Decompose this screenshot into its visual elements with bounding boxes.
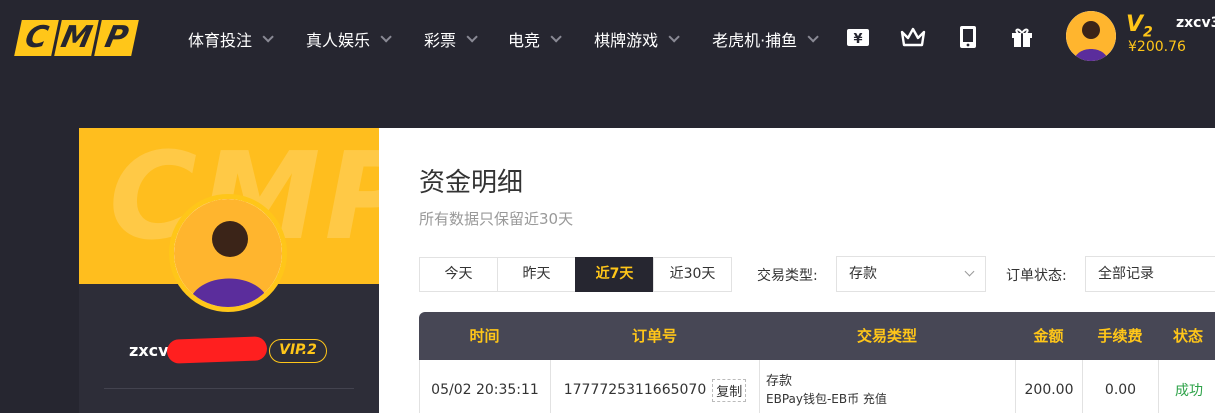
chevron-down-icon [550,31,562,43]
type-main: 存款 [766,374,793,389]
column-header-amount: 金额 [1033,327,1064,345]
column-header-time: 时间 [469,327,500,345]
gift-icon[interactable] [1009,24,1035,50]
chevron-down-icon [964,266,975,277]
status-select-value: 全部记录 [1098,266,1154,282]
vip-number: 2 [1143,24,1153,41]
cell-amount: 200.00 [1016,360,1083,413]
avatar[interactable] [1066,11,1116,61]
logo-letter-c: C [14,20,59,56]
vip-level-badge: V2 [1126,12,1153,40]
svg-text:¥: ¥ [853,32,862,47]
nav-label: 棋牌游戏 [594,31,659,50]
page-subtitle: 所有数据只保留近30天 [419,210,574,228]
nav-label: 老虎机·捕鱼 [712,31,798,50]
crown-icon[interactable] [900,24,926,50]
nav-item-esports[interactable]: 电竞 [508,27,562,51]
status-select[interactable]: 全部记录 [1085,256,1215,292]
profile-username: zxcv [129,341,169,360]
cmp-logo[interactable]: C M P [14,20,139,56]
nav-item-card-games[interactable]: 棋牌游戏 [594,27,680,51]
table-row: 05/02 20:35:11 1777725311665070 复制 存款 EB… [419,360,1215,413]
nav-label: 体育投注 [188,31,253,50]
balance-amount: ¥200.76 [1128,39,1186,55]
chevron-down-icon [466,31,478,43]
order-number: 1777725311665070 [563,382,707,398]
nav-label: 彩票 [424,31,457,50]
page-title: 资金明细 [419,168,524,198]
type-filter-label: 交易类型: [757,268,818,284]
chevron-down-icon [380,31,392,43]
type-select[interactable]: 存款 [836,256,986,292]
logo-letter-m: M [54,20,99,56]
column-header-status: 状态 [1172,327,1203,345]
chevron-down-icon [668,31,680,43]
nav-item-slots-fishing[interactable]: 老虎机·捕鱼 [712,27,819,51]
top-header: C M P 体育投注 真人娱乐 彩票 电竞 棋牌游戏 老虎机·捕鱼 ¥ V2 ¥… [0,0,1215,78]
tab-last-30-days[interactable]: 近30天 [653,257,732,292]
tab-today[interactable]: 今天 [419,257,498,292]
logo-letter-p: P [94,20,139,56]
nav-item-sports[interactable]: 体育投注 [188,27,274,51]
divider [104,388,354,389]
tab-last-7-days[interactable]: 近7天 [575,257,654,292]
wallet-icon[interactable]: ¥ [845,24,871,50]
chevron-down-icon [262,31,274,43]
type-detail: EBPay钱包-EB币 充值 [766,392,887,406]
cell-fee: 0.00 [1083,360,1159,413]
redaction-mark [166,336,268,364]
cell-type: 存款 EBPay钱包-EB币 充值 [760,360,1016,413]
main-content: 资金明细 所有数据只保留近30天 今天 昨天 近7天 近30天 交易类型: 存款… [379,128,1215,413]
tab-yesterday[interactable]: 昨天 [497,257,576,292]
cell-time: 05/02 20:35:11 [420,360,551,413]
nav-item-live-casino[interactable]: 真人娱乐 [306,27,392,51]
vip-letter: V [1126,12,1144,37]
column-header-fee: 手续费 [1097,327,1143,345]
main-nav: 体育投注 真人娱乐 彩票 电竞 棋牌游戏 老虎机·捕鱼 [188,27,851,51]
nav-item-lottery[interactable]: 彩票 [424,27,478,51]
nav-label: 电竞 [508,31,541,50]
vip-pill-badge: VIP.2 [269,339,327,363]
chevron-down-icon [807,31,819,43]
profile-card: CMP zxcv VIP.2 [79,128,379,413]
nav-label: 真人娱乐 [306,31,371,50]
header-username[interactable]: zxcv3 [1176,15,1215,31]
tablet-icon[interactable] [955,24,981,50]
column-header-type: 交易类型 [856,327,917,345]
status-filter-label: 订单状态: [1006,268,1067,284]
column-header-order-no: 订单号 [631,327,677,345]
cell-status: 成功 [1175,383,1203,399]
copy-button[interactable]: 复制 [712,378,747,402]
cell-order-no: 1777725311665070 复制 [551,360,760,413]
date-range-tabs: 今天 昨天 近7天 近30天 [419,257,732,292]
type-select-value: 存款 [849,266,877,282]
profile-avatar[interactable] [169,194,287,312]
table-header: 时间 订单号 交易类型 金额 手续费 状态 [419,312,1215,360]
